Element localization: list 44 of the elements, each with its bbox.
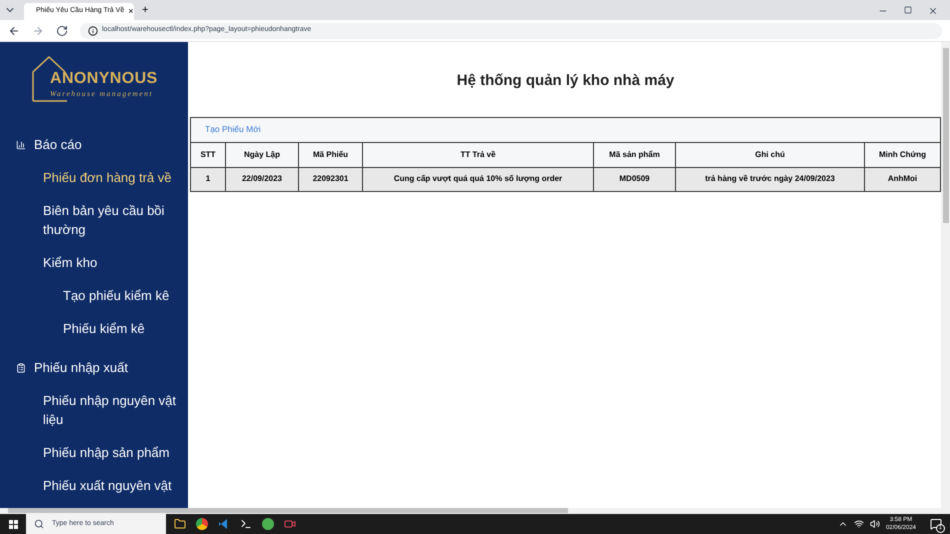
site-info-icon[interactable] [88, 26, 98, 36]
code-editor-icon[interactable] [218, 518, 230, 530]
search-icon [34, 519, 44, 529]
horizontal-scrollbar[interactable] [0, 508, 950, 514]
clipboard-icon [16, 362, 26, 372]
file-explorer-icon[interactable] [174, 518, 186, 530]
sidebar-item[interactable]: Biên bản yêu cầu bồi thường [0, 194, 188, 246]
logo-name: ANONYNOUS [50, 70, 158, 88]
app-icon[interactable] [262, 518, 274, 530]
back-icon[interactable] [8, 24, 20, 36]
table-cell: Cung cấp vượt quá quá 10% số lượng order [363, 168, 594, 190]
table-cell: 22092301 [299, 168, 363, 190]
windows-logo-icon [8, 520, 18, 528]
vertical-scrollbar[interactable] [941, 42, 950, 508]
bar-chart-icon [16, 140, 26, 150]
maximize-icon[interactable] [904, 6, 912, 14]
terminal-icon[interactable] [240, 518, 252, 530]
sidebar-item[interactable]: Phiếu xuất nguyên vật [0, 469, 188, 502]
page-title: Hệ thống quản lý kho nhà máy [456, 71, 676, 91]
sidebar-item[interactable]: Tạo phiếu kiểm kê [0, 279, 188, 312]
new-tab-button[interactable]: + [142, 2, 148, 18]
close-icon[interactable] [928, 6, 938, 16]
sidebar-item[interactable]: Phiếu nhập sản phẩm [0, 436, 188, 469]
table-cell: 22/09/2023 [226, 168, 299, 190]
sidebar-section[interactable]: Phiếu nhập xuất [34, 358, 128, 377]
table-cell-text: AnhMoi [886, 173, 918, 185]
network-icon[interactable] [854, 519, 864, 529]
notification-icon[interactable] [930, 518, 942, 530]
forward-icon[interactable] [32, 24, 44, 36]
table-cell: 1 [191, 168, 226, 190]
sidebar-section[interactable]: Báo cáo [34, 135, 82, 154]
volume-icon[interactable] [870, 519, 880, 529]
create-link[interactable]: Tạo Phiếu Mới [205, 123, 261, 136]
sidebar-item[interactable]: Kiểm kho [0, 246, 188, 279]
tab-close-button[interactable]: × [128, 4, 134, 18]
sidebar-item[interactable]: Phiếu nhập nguyên vật liệu [0, 384, 188, 436]
browser-icon[interactable] [196, 518, 208, 530]
video-camera-icon[interactable] [284, 518, 296, 530]
table-cell: MD0509 [594, 168, 676, 190]
table-cell: trả hàng về trước ngày 24/09/2023 [676, 168, 865, 190]
sidebar-item[interactable]: Phiếu kiểm kê [0, 312, 188, 345]
reload-icon[interactable] [56, 24, 68, 36]
column-header: Minh Chứng [878, 148, 928, 161]
sidebar-item[interactable]: Phiếu đơn hàng trả về [0, 161, 188, 194]
